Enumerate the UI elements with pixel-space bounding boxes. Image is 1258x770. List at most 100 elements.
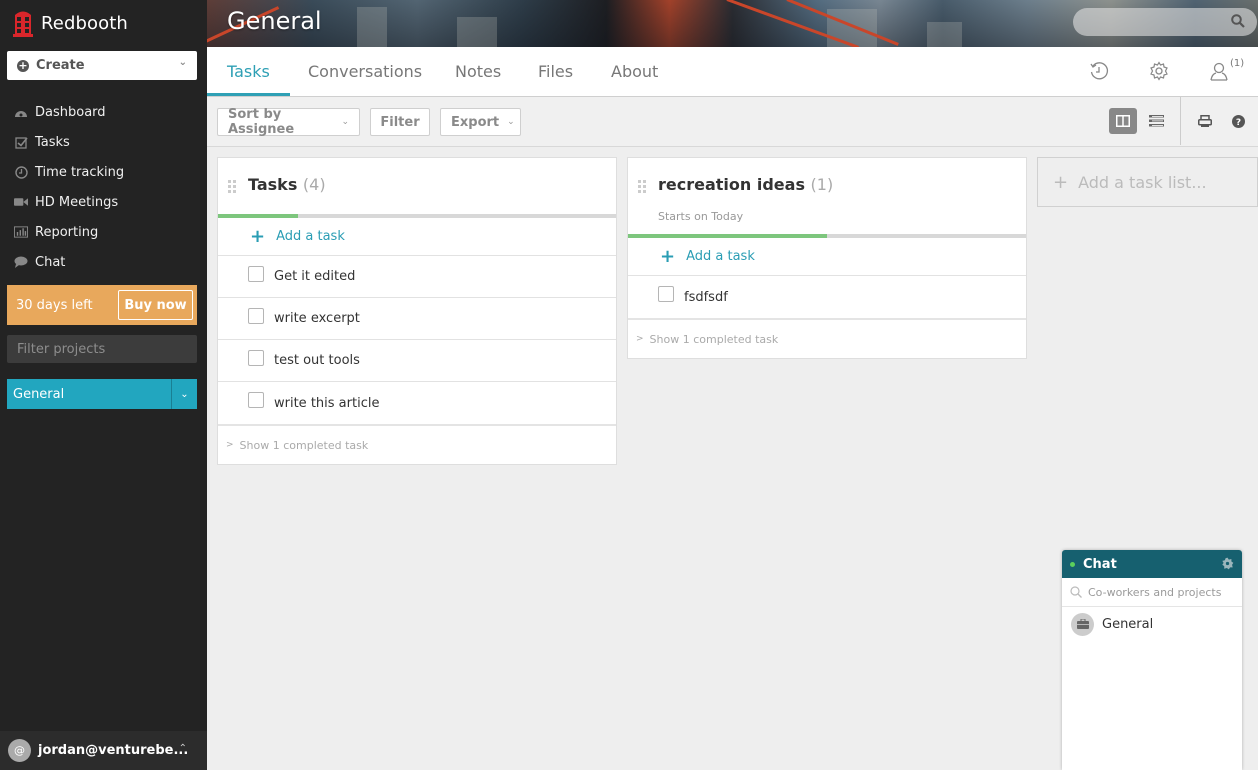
add-task-button[interactable]: + Add a task <box>218 218 616 256</box>
user-email: jordan@venturebe... <box>38 743 189 758</box>
progress-fill <box>628 234 827 238</box>
add-task-list-button[interactable]: + Add a task list... <box>1037 157 1258 207</box>
task-name: Get it edited <box>274 269 356 284</box>
trial-banner: 30 days left Buy now <box>7 285 197 325</box>
help-button[interactable]: ? <box>1224 108 1252 134</box>
tab-tasks[interactable]: Tasks <box>207 47 290 96</box>
show-completed-label: Show 1 completed task <box>239 438 369 452</box>
task-row[interactable]: test out tools <box>218 340 616 382</box>
chat-title: Chat <box>1083 556 1117 572</box>
sidebar-item-label: Chat <box>35 254 66 270</box>
chevron-up-icon: ⌃ <box>178 743 187 754</box>
chevron-down-icon: ⌄ <box>507 117 515 127</box>
task-checkbox[interactable] <box>248 307 264 324</box>
add-task-button[interactable]: + Add a task <box>628 238 1026 276</box>
sidebar-item-dashboard[interactable]: Dashboard <box>0 97 207 127</box>
sidebar-item-hd-meetings[interactable]: HD Meetings <box>0 187 207 217</box>
chat-list-item[interactable]: General <box>1062 607 1242 641</box>
clock-icon <box>14 165 28 179</box>
export-button[interactable]: Export ⌄ <box>440 108 521 136</box>
task-row[interactable]: fsdfsdf <box>628 276 1026 318</box>
sort-by-button[interactable]: Sort by Assignee ⌄ <box>217 107 360 137</box>
task-list-start-date: Starts on Today <box>658 210 744 223</box>
task-row[interactable]: write excerpt <box>218 298 616 340</box>
task-checkbox[interactable] <box>248 349 264 366</box>
filter-button[interactable]: Filter <box>370 108 430 136</box>
redbooth-logo-icon <box>13 11 33 37</box>
sidebar-item-reporting[interactable]: Reporting <box>0 217 207 247</box>
online-status-indicator <box>1070 561 1075 567</box>
show-completed-tasks[interactable]: > Show 1 completed task <box>218 424 616 464</box>
sidebar-item-label: Reporting <box>35 224 99 240</box>
sidebar-item-tasks[interactable]: Tasks <box>0 127 207 157</box>
task-list-title[interactable]: recreation ideas (1) <box>658 175 833 194</box>
banner-decoration <box>457 17 497 47</box>
tab-about[interactable]: About <box>611 47 658 96</box>
task-checkbox[interactable] <box>248 392 264 408</box>
project-selector[interactable]: General ⌄ <box>7 379 197 409</box>
plus-icon: + <box>250 225 266 247</box>
chat-search <box>1062 578 1242 607</box>
task-count: (1) <box>810 175 834 194</box>
task-list: recreation ideas (1) Starts on Today + A… <box>627 157 1027 359</box>
trial-days-left: 30 days left <box>16 297 93 313</box>
task-checkbox[interactable] <box>658 286 674 302</box>
project-people-button[interactable] <box>1208 60 1230 82</box>
drag-handle-icon[interactable] <box>638 180 646 193</box>
project-banner: General <box>207 0 1258 47</box>
sidebar-item-label: Dashboard <box>35 104 106 120</box>
plus-icon: + <box>660 245 676 267</box>
progress-fill <box>218 214 298 218</box>
list-view-button[interactable] <box>1142 108 1170 134</box>
task-list-progress <box>218 214 616 218</box>
project-selected-name: General <box>13 386 65 402</box>
task-name: fsdfsdf <box>684 289 728 305</box>
chevron-down-icon[interactable]: ⌄ <box>171 379 197 409</box>
gear-icon[interactable] <box>1221 557 1234 570</box>
chat-header[interactable]: Chat <box>1062 550 1242 578</box>
sidebar: Redbooth + Create ⌄ Dashboard Tasks Time… <box>0 0 207 770</box>
columns-icon <box>1116 115 1130 127</box>
drag-handle-icon[interactable] <box>228 180 236 193</box>
task-count: (4) <box>302 175 326 194</box>
buy-now-button[interactable]: Buy now <box>118 290 193 320</box>
tab-files[interactable]: Files <box>538 47 573 96</box>
task-row[interactable]: Get it edited <box>218 256 616 298</box>
tab-conversations[interactable]: Conversations <box>308 47 422 96</box>
video-camera-icon <box>14 195 28 209</box>
sidebar-item-time-tracking[interactable]: Time tracking <box>0 157 207 187</box>
sidebar-item-label: HD Meetings <box>35 194 119 210</box>
help-question-icon: ? <box>1231 114 1245 128</box>
brand[interactable]: Redbooth <box>12 8 128 38</box>
show-completed-tasks[interactable]: > Show 1 completed task <box>628 318 1026 358</box>
task-row[interactable]: write this article <box>218 382 616 424</box>
create-button[interactable]: + Create ⌄ <box>7 51 197 80</box>
task-checkbox[interactable] <box>248 265 264 282</box>
task-toolbar: Sort by Assignee ⌄ Filter Export ⌄ ? <box>207 97 1258 147</box>
chat-search-input[interactable] <box>1088 585 1228 599</box>
search-icon <box>1231 14 1245 28</box>
plus-icon: + <box>1053 171 1069 193</box>
activity-history-button[interactable] <box>1088 60 1110 82</box>
global-search[interactable] <box>1073 8 1257 36</box>
task-list-title-text: Tasks <box>248 175 298 194</box>
task-list-title[interactable]: Tasks (4) <box>248 175 326 194</box>
plus-circle-icon: + <box>17 58 29 72</box>
add-task-list-label: Add a task list... <box>1078 172 1207 192</box>
column-view-button[interactable] <box>1109 108 1137 134</box>
tab-notes[interactable]: Notes <box>455 47 501 96</box>
task-name: write this article <box>274 395 380 411</box>
add-task-label: Add a task <box>276 229 345 244</box>
chevron-right-icon: > <box>636 334 644 344</box>
print-button[interactable] <box>1191 108 1219 134</box>
project-settings-button[interactable] <box>1148 60 1170 82</box>
filter-label: Filter <box>380 114 420 130</box>
create-label: Create <box>36 58 85 73</box>
filter-projects-input[interactable] <box>7 335 197 363</box>
people-count-badge: (1) <box>1230 58 1245 69</box>
bar-chart-icon <box>14 225 28 239</box>
sidebar-item-chat[interactable]: Chat <box>0 247 207 277</box>
gear-icon <box>1150 61 1168 81</box>
user-menu[interactable]: @ jordan@venturebe... ⌃ <box>0 731 207 770</box>
search-input[interactable] <box>1073 8 1257 36</box>
